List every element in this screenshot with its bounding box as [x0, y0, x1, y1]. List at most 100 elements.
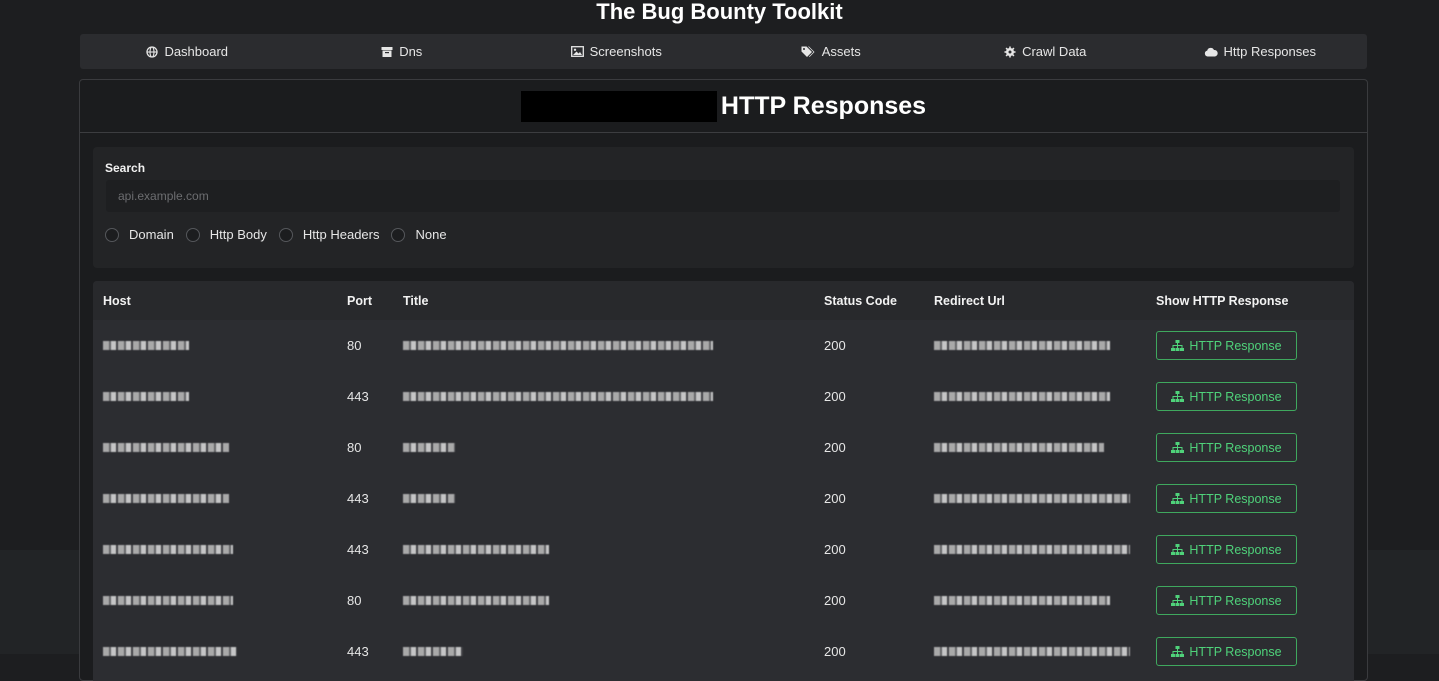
radio-button[interactable] — [105, 227, 119, 242]
http-response-button-label: HTTP Response — [1189, 389, 1282, 404]
tags-icon — [801, 46, 815, 57]
radio-button[interactable] — [278, 227, 293, 242]
redacted-redirect-url — [934, 545, 1130, 554]
redacted-title — [403, 494, 455, 503]
title-cell — [393, 422, 814, 473]
status-code-cell: 200 — [824, 389, 846, 404]
host-cell — [93, 371, 337, 422]
column-header-status-code: Status Code — [824, 293, 897, 308]
http-response-button[interactable]: HTTP Response — [1156, 382, 1297, 411]
app-title: The Bug Bounty Toolkit — [596, 0, 843, 24]
redirect-url-cell — [924, 371, 1146, 422]
column-header-show-response: Show HTTP Response — [1156, 293, 1289, 308]
search-section: Search Domain Http Body Http Headers Non… — [93, 147, 1354, 268]
table-row: 443 200 HTTP Response — [93, 626, 1354, 677]
redirect-url-cell — [924, 626, 1146, 677]
http-response-button-label: HTTP Response — [1189, 593, 1282, 608]
nav-item-assets[interactable]: Assets — [724, 44, 939, 59]
archive-icon — [381, 46, 393, 57]
radio-label: Domain — [129, 227, 174, 242]
redacted-title — [403, 647, 463, 656]
nav-item-label: Dns — [399, 44, 423, 59]
http-response-button[interactable]: HTTP Response — [1156, 484, 1297, 513]
action-cell: HTTP Response — [1146, 371, 1354, 422]
page-title: HTTP Responses — [720, 91, 927, 120]
port-cell: 443 — [347, 491, 369, 506]
table-row: 443 200 HTTP Response — [93, 524, 1354, 575]
nav-item-http-responses[interactable]: Http Responses — [1153, 44, 1368, 59]
redacted-host — [103, 392, 189, 401]
redacted-program-name — [520, 90, 717, 122]
http-responses-panel: HTTP Responses Search Domain Http Body H… — [79, 79, 1368, 681]
http-response-button[interactable]: HTTP Response — [1156, 586, 1297, 615]
action-cell: HTTP Response — [1146, 626, 1354, 677]
status-code-cell: 200 — [824, 542, 846, 557]
nav-item-screenshots[interactable]: Screenshots — [509, 44, 724, 59]
port-cell: 443 — [347, 644, 369, 659]
port-cell: 443 — [347, 389, 369, 404]
sitemap-icon — [1171, 646, 1185, 657]
redirect-url-cell — [924, 575, 1146, 626]
http-response-button[interactable]: HTTP Response — [1156, 637, 1297, 666]
image-icon — [570, 46, 584, 57]
title-cell — [393, 473, 814, 524]
title-cell — [393, 371, 814, 422]
sitemap-icon — [1171, 442, 1185, 453]
redirect-url-cell — [924, 524, 1146, 575]
table-body: 80 200 HTTP Response 443 200 HTTP Response 80 2… — [93, 320, 1354, 677]
nav-item-dashboard[interactable]: Dashboard — [80, 44, 295, 59]
status-code-cell: 200 — [824, 644, 846, 659]
radio-button[interactable] — [391, 227, 406, 242]
nav-item-label: Crawl Data — [1022, 44, 1087, 59]
redacted-host — [103, 494, 229, 503]
column-header-title: Title — [403, 293, 429, 308]
table-row: 80 200 HTTP Response — [93, 575, 1354, 626]
search-input[interactable] — [106, 180, 1340, 212]
action-cell: HTTP Response — [1146, 524, 1354, 575]
redacted-title — [403, 443, 455, 452]
status-code-cell: 200 — [824, 440, 846, 455]
redacted-title — [403, 596, 549, 605]
port-cell: 443 — [347, 542, 369, 557]
redirect-url-cell — [924, 473, 1146, 524]
host-cell — [93, 422, 337, 473]
search-filter-options: Domain Http Body Http Headers None — [105, 227, 459, 242]
http-response-button[interactable]: HTTP Response — [1156, 535, 1297, 564]
redacted-title — [403, 341, 713, 350]
action-cell: HTTP Response — [1146, 575, 1354, 626]
http-response-button-label: HTTP Response — [1189, 542, 1282, 557]
host-cell — [93, 320, 337, 371]
host-cell — [93, 473, 337, 524]
table-row: 80 200 HTTP Response — [93, 422, 1354, 473]
redacted-host — [103, 545, 233, 554]
title-cell — [393, 524, 814, 575]
redacted-host — [103, 596, 233, 605]
redacted-host — [103, 443, 229, 452]
http-response-button[interactable]: HTTP Response — [1156, 433, 1297, 462]
cloud-icon — [1204, 47, 1218, 56]
http-response-button-label: HTTP Response — [1189, 644, 1282, 659]
radio-none[interactable]: None — [391, 227, 447, 242]
nav-item-dns[interactable]: Dns — [295, 44, 510, 59]
radio-http-body[interactable]: Http Body — [185, 227, 267, 242]
sitemap-icon — [1171, 493, 1185, 504]
action-cell: HTTP Response — [1146, 473, 1354, 524]
radio-label: Http Headers — [302, 227, 380, 242]
globe-icon — [146, 45, 159, 58]
port-cell: 80 — [347, 440, 362, 455]
responses-table-container: Host Port Title Status Code Redirect Url… — [93, 281, 1354, 681]
title-cell — [393, 320, 814, 371]
radio-button[interactable] — [185, 227, 200, 242]
radio-label: None — [415, 227, 447, 242]
port-cell: 80 — [347, 338, 362, 353]
http-response-button[interactable]: HTTP Response — [1156, 331, 1297, 360]
http-response-button-label: HTTP Response — [1189, 338, 1282, 353]
nav-item-label: Assets — [821, 44, 861, 59]
radio-domain[interactable]: Domain — [105, 227, 174, 242]
title-cell — [393, 575, 814, 626]
radio-http-headers[interactable]: Http Headers — [278, 227, 380, 242]
port-cell: 80 — [347, 593, 362, 608]
host-cell — [93, 626, 337, 677]
http-response-button-label: HTTP Response — [1189, 440, 1282, 455]
nav-item-crawl-data[interactable]: Crawl Data — [938, 44, 1153, 59]
